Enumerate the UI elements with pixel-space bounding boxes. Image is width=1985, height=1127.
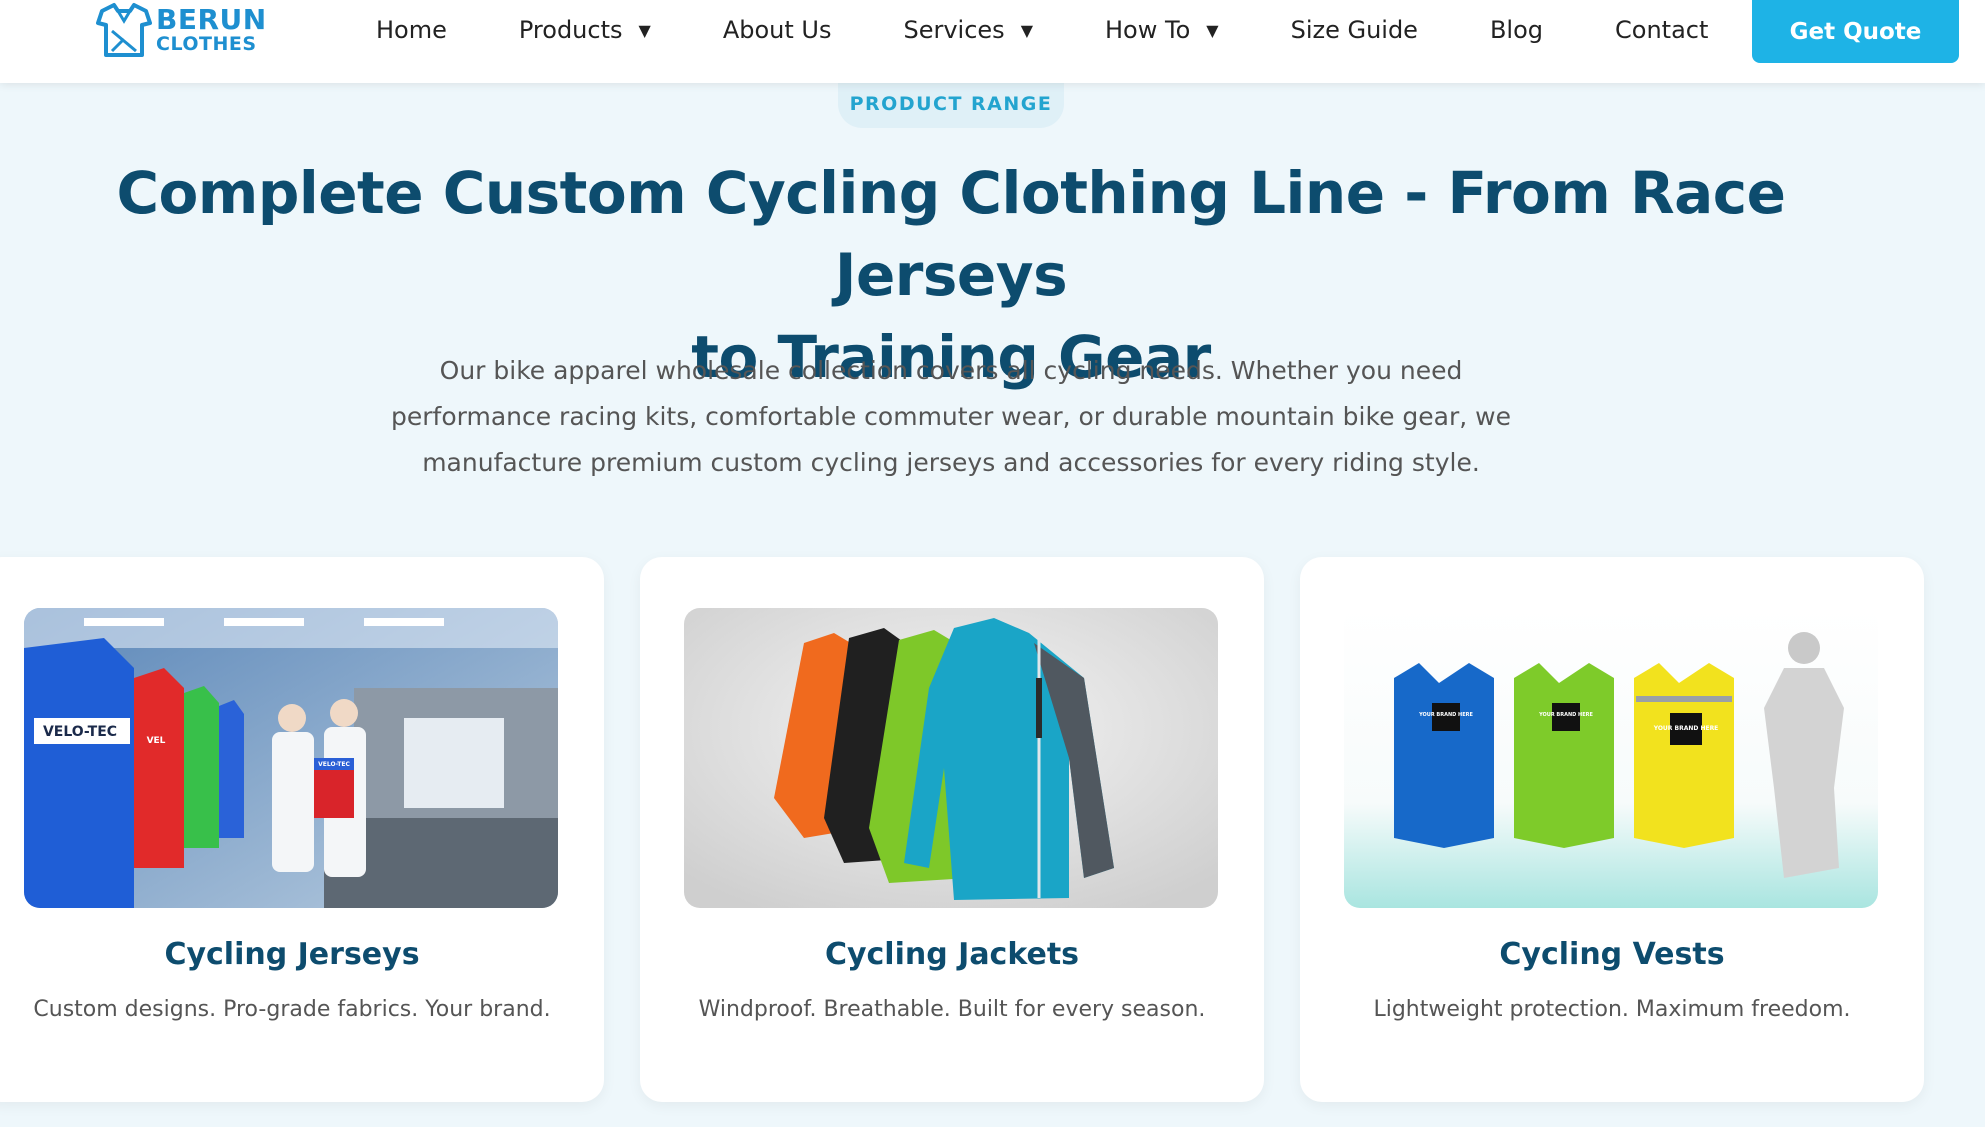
jerseys-factory-image: VELO-TEC VEL VELO-TEC: [24, 608, 558, 908]
tshirt-logo-icon: [96, 3, 152, 57]
logo[interactable]: BERUN CLOTHES: [96, 0, 267, 60]
logo-text: BERUN CLOTHES: [156, 6, 267, 54]
nav-home[interactable]: Home: [376, 16, 447, 44]
card-description: Custom designs. Pro-grade fabrics. Your …: [33, 997, 551, 1022]
card-description: Lightweight protection. Maximum freedom.: [1373, 997, 1851, 1022]
section-description: Our bike apparel wholesale collection co…: [351, 348, 1551, 486]
nav-size-guide-label: Size Guide: [1290, 16, 1418, 44]
jerseys-illustration: VELO-TEC VEL VELO-TEC: [24, 608, 558, 908]
card-description: Windproof. Breathable. Built for every s…: [698, 997, 1206, 1022]
nav-services-label: Services: [903, 16, 1005, 44]
product-card-jackets[interactable]: Cycling Jackets Windproof. Breathable. B…: [640, 557, 1264, 1102]
description-line-3: manufacture premium custom cycling jerse…: [422, 448, 1480, 477]
nav-blog-label: Blog: [1489, 16, 1544, 44]
jersey-1-print: VELO-TEC: [43, 724, 117, 740]
card-title: Cycling Vests: [1499, 937, 1725, 972]
caret-down-icon: ▼: [1020, 20, 1033, 40]
vest-2-print: YOUR BRAND HERE: [1538, 712, 1593, 718]
description-line-1: Our bike apparel wholesale collection co…: [439, 356, 1463, 385]
site-header: BERUN CLOTHES Home Products ▼ About Us S…: [0, 0, 1985, 83]
product-card-jerseys[interactable]: VELO-TEC VEL VELO-TEC Cycling Jerseys Cu…: [0, 557, 604, 1102]
nav-blog[interactable]: Blog: [1490, 16, 1543, 44]
nav-about-label: About Us: [722, 16, 832, 44]
section-badge: PRODUCT RANGE: [838, 80, 1064, 128]
card-title: Cycling Jackets: [824, 937, 1080, 972]
nav-how-to[interactable]: How To ▼: [1105, 16, 1219, 44]
nav-size-guide[interactable]: Size Guide: [1291, 16, 1418, 44]
jersey-2-print: VEL: [147, 736, 166, 746]
vests-illustration: YOUR BRAND HERE YOUR BRAND HERE YOUR BRA…: [1344, 608, 1878, 908]
nav-contact[interactable]: Contact: [1615, 16, 1708, 44]
product-card-vests[interactable]: YOUR BRAND HERE YOUR BRAND HERE YOUR BRA…: [1300, 557, 1924, 1102]
logo-brand: BERUN: [156, 3, 267, 36]
vests-image: YOUR BRAND HERE YOUR BRAND HERE YOUR BRA…: [1344, 608, 1878, 908]
nav-services[interactable]: Services ▼: [903, 16, 1033, 44]
nav-home-label: Home: [376, 16, 447, 44]
section-title-line-1: Complete Custom Cycling Clothing Line - …: [116, 159, 1786, 309]
card-title: Cycling Jerseys: [164, 937, 420, 972]
caret-down-icon: ▼: [638, 20, 651, 40]
caret-down-icon: ▼: [1206, 20, 1219, 40]
main-nav: Home Products ▼ About Us Services ▼ How …: [376, 0, 1780, 60]
nav-products-label: Products: [518, 16, 623, 44]
vest-3-print: YOUR BRAND HERE: [1653, 725, 1719, 732]
vest-1-print: YOUR BRAND HERE: [1418, 712, 1473, 718]
jackets-illustration: [684, 608, 1218, 908]
jackets-image: [684, 608, 1218, 908]
nav-contact-label: Contact: [1615, 16, 1709, 44]
nav-about-us[interactable]: About Us: [723, 16, 832, 44]
description-line-2: performance racing kits, comfortable com…: [391, 402, 1511, 431]
nav-how-to-label: How To: [1105, 16, 1191, 44]
get-quote-button[interactable]: Get Quote: [1752, 0, 1959, 63]
logo-subtitle: CLOTHES: [156, 33, 257, 55]
nav-products[interactable]: Products ▼: [519, 16, 651, 44]
jersey-3-print: VELO-TEC: [318, 761, 350, 768]
